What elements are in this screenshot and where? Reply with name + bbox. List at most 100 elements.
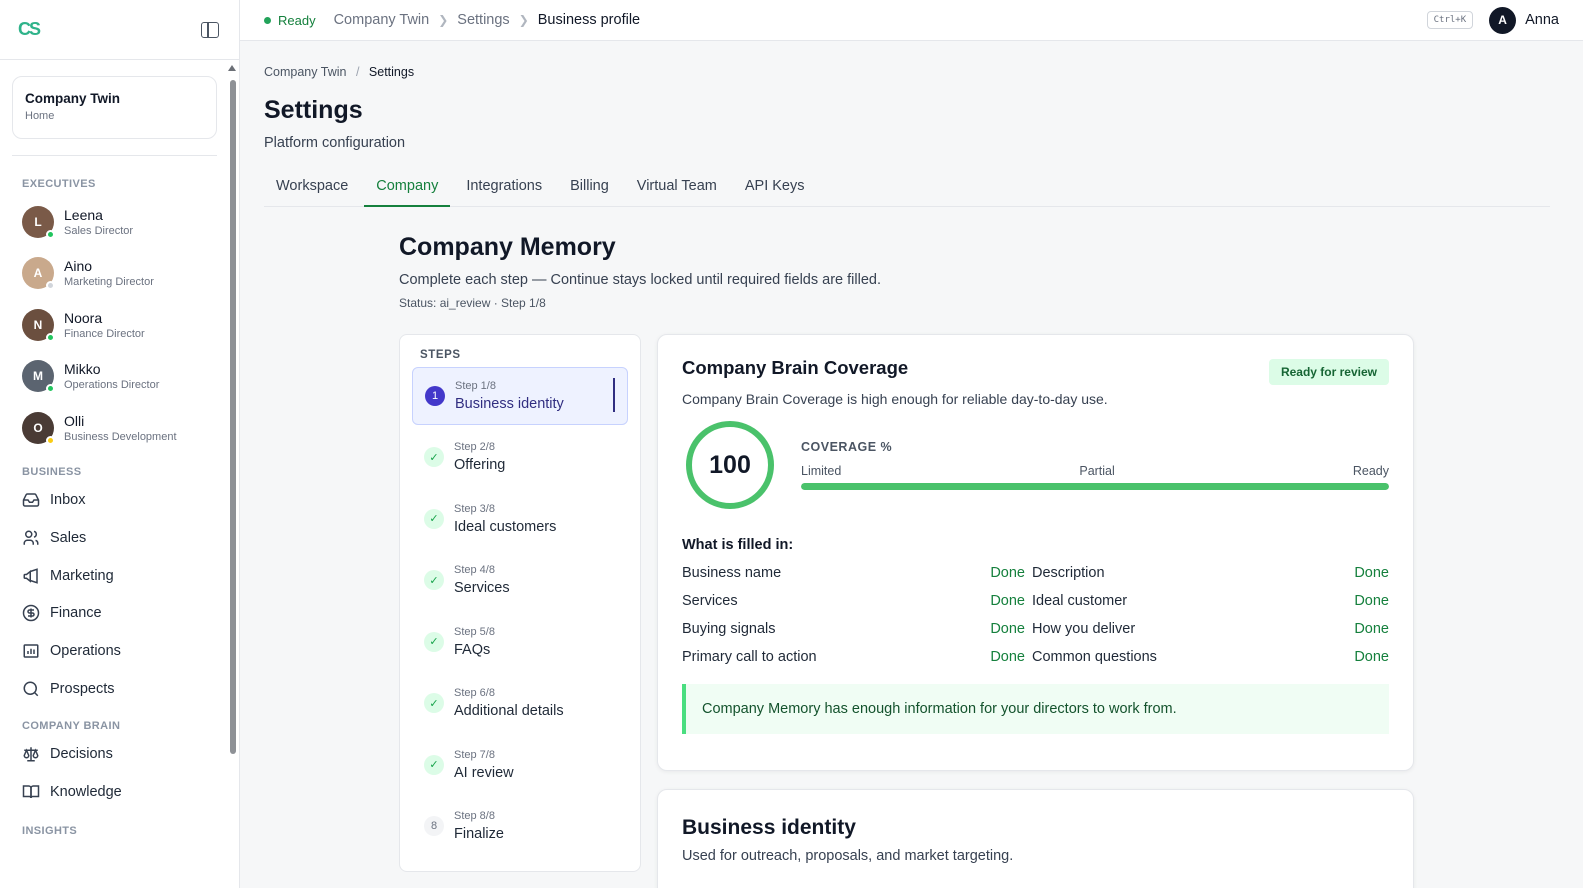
filled-item: Buying signals Done [682, 615, 1032, 643]
book-icon [22, 783, 40, 801]
tab-workspace[interactable]: Workspace [264, 173, 360, 207]
step-item[interactable]: ✓ Step 6/8 Additional details [412, 675, 628, 733]
coverage-description: Company Brain Coverage is high enough fo… [682, 391, 1108, 407]
executive-role: Marketing Director [64, 276, 154, 289]
steps-panel: STEPS 1 Step 1/8 Business identity ✓ Step 2/… [399, 334, 641, 872]
coverage-scale: Limited Partial Ready [801, 464, 1389, 478]
ready-for-review-badge: Ready for review [1268, 359, 1389, 385]
step-item[interactable]: ✓ Step 2/8 Offering [412, 429, 628, 487]
user-name[interactable]: Anna [1525, 12, 1559, 28]
executive-role: Sales Director [64, 224, 134, 237]
step-item[interactable]: ✓ Step 7/8 AI review [412, 736, 628, 794]
app-logo[interactable]: CS [18, 19, 41, 40]
avatar: O [22, 411, 55, 445]
check-icon: ✓ [424, 693, 444, 714]
sidebar-divider [12, 155, 217, 156]
top-crumb-1[interactable]: Company Twin [334, 12, 430, 28]
step-number: Step 1/8 [455, 379, 496, 392]
filled-item-label: Common questions [1032, 649, 1157, 665]
step-item[interactable]: ✓ Step 4/8 Services [412, 552, 628, 610]
scale-limited: Limited [801, 464, 842, 478]
check-icon: ✓ [424, 631, 444, 652]
executive-name: Aino [64, 258, 93, 275]
executive-noora[interactable]: N Noora Finance Director [0, 299, 229, 351]
page-title: Settings [264, 96, 363, 124]
tab-billing[interactable]: Billing [558, 173, 621, 207]
filled-in-title: What is filled in: [682, 537, 794, 553]
dollar-icon [22, 604, 40, 622]
top-crumb-2[interactable]: Settings [457, 12, 509, 28]
tab-virtual-team[interactable]: Virtual Team [625, 173, 729, 207]
sidebar-scrollbar[interactable] [230, 80, 236, 754]
chart-icon [22, 642, 40, 660]
memory-columns: STEPS 1 Step 1/8 Business identity ✓ Step 2/… [399, 334, 1550, 888]
step-item[interactable]: 1 Step 1/8 Business identity [412, 367, 628, 425]
step-title: Services [454, 580, 510, 597]
coverage-progress-fill [801, 483, 1389, 490]
breadcrumb-link[interactable]: Company Twin [264, 65, 346, 79]
main-area: Ready Company Twin ❯ Settings ❯ Business… [240, 0, 1583, 888]
step-number: Step 8/8 [454, 810, 495, 823]
sidebar-item-label: Operations [50, 643, 121, 660]
step-title: Additional details [454, 703, 564, 720]
sidebar-item-inbox[interactable]: Inbox [0, 482, 229, 520]
topbar-right: Ctrl+K A Anna [1426, 6, 1559, 34]
sidebar-item-operations[interactable]: Operations [0, 632, 229, 670]
sidebar-toggle-icon[interactable] [201, 21, 219, 38]
tab-api-keys[interactable]: API Keys [733, 173, 817, 207]
company-name: Company Twin [25, 91, 121, 106]
command-shortcut[interactable]: Ctrl+K [1426, 11, 1474, 29]
business-identity-subtitle: Used for outreach, proposals, and market… [682, 848, 1014, 864]
business-label: BUSINESS [22, 465, 82, 478]
breadcrumb: Company Twin / Settings [264, 65, 1550, 79]
sidebar-item-sales[interactable]: Sales [0, 519, 229, 557]
sidebar-item-label: Inbox [50, 492, 86, 509]
step-item[interactable]: ✓ Step 5/8 FAQs [412, 613, 628, 671]
sidebar-item-knowledge[interactable]: Knowledge [0, 773, 229, 811]
step-title: Finalize [454, 826, 504, 843]
users-icon [22, 529, 40, 547]
top-crumb-3: Business profile [537, 12, 641, 28]
coverage-score-ring: 100 [686, 421, 774, 509]
executive-role: Finance Director [64, 327, 145, 340]
step-number: Step 2/8 [454, 441, 495, 454]
executive-leena[interactable]: L Leena Sales Director [0, 196, 229, 248]
filled-item-label: Services [682, 593, 738, 609]
executive-name: Noora [64, 309, 103, 326]
executive-role: Business Development [64, 430, 177, 443]
executives-label: EXECUTIVES [22, 178, 96, 190]
sidebar-item-prospects[interactable]: Prospects [0, 670, 229, 708]
sidebar-item-marketing[interactable]: Marketing [0, 557, 229, 595]
sidebar-item-decisions[interactable]: Decisions [0, 736, 229, 774]
tab-company[interactable]: Company [364, 173, 451, 207]
company-switcher[interactable]: Company Twin Home [12, 76, 217, 139]
status-dot-icon [264, 16, 271, 24]
company-memory-subtitle: Complete each step — Continue stays lock… [399, 272, 881, 288]
filled-item-status: Done [1354, 649, 1389, 665]
steps-label: STEPS [420, 349, 461, 361]
check-icon: ✓ [424, 447, 444, 468]
avatar: L [22, 205, 55, 239]
inbox-icon [22, 491, 40, 509]
scale-icon [22, 745, 40, 763]
sidebar: CS Company Twin Home EXECUTIVES L Leena Sa… [0, 0, 240, 888]
filled-item-label: Business name [682, 565, 782, 581]
scale-partial: Partial [1079, 464, 1115, 478]
step-number: Step 5/8 [454, 625, 495, 638]
executive-aino[interactable]: A Aino Marketing Director [0, 248, 229, 300]
executive-olli[interactable]: O Olli Business Development [0, 402, 229, 454]
step-item[interactable]: ✓ Step 3/8 Ideal customers [412, 490, 628, 548]
sidebar-item-finance[interactable]: Finance [0, 595, 229, 633]
coverage-card: Company Brain Coverage Ready for review … [657, 334, 1414, 771]
user-avatar[interactable]: A [1489, 6, 1517, 34]
filled-item: Common questions Done [1032, 643, 1389, 671]
sidebar-item-label: Finance [50, 605, 102, 622]
tab-integrations[interactable]: Integrations [454, 173, 554, 207]
presence-dot-icon [46, 229, 55, 239]
step-title: Business identity [455, 395, 564, 412]
filled-item-status: Done [1354, 565, 1389, 581]
executive-mikko[interactable]: M Mikko Operations Director [0, 351, 229, 403]
sidebar-item-label: Decisions [50, 746, 113, 763]
scroll-up-arrow[interactable] [228, 65, 236, 71]
step-item[interactable]: 8 Step 8/8 Finalize [412, 798, 628, 856]
